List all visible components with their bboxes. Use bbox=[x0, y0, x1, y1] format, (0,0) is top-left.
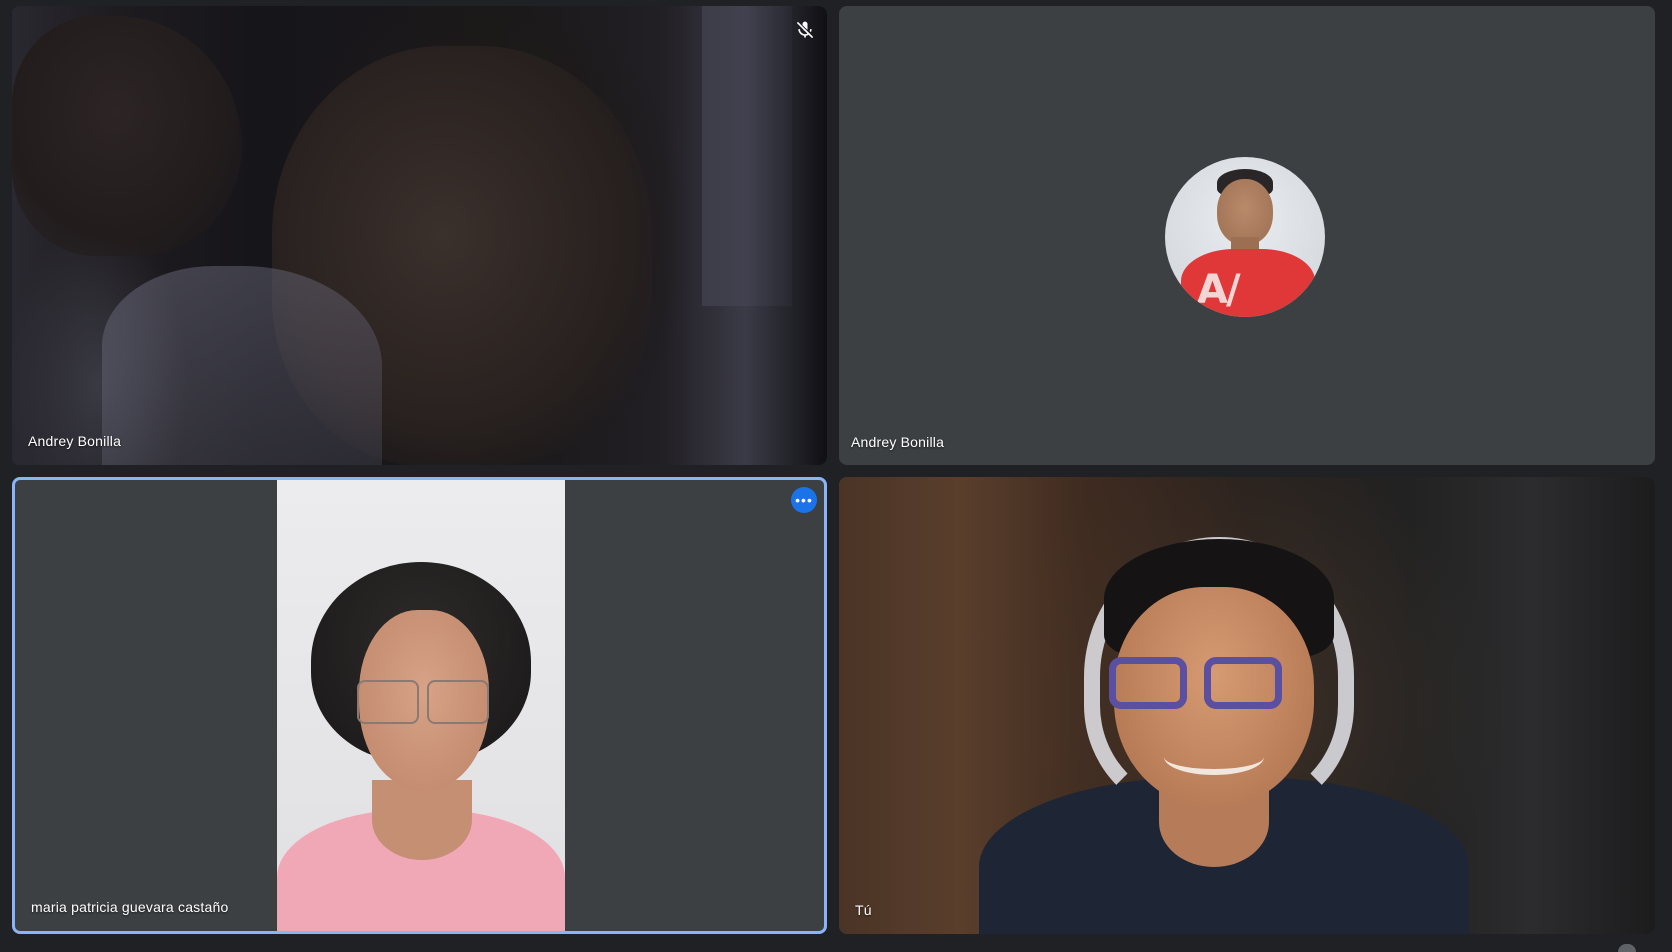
participant-tile-andrey-bonilla-avatar[interactable]: A/ Andrey Bonilla bbox=[839, 6, 1655, 465]
more-options-button[interactable]: ••• bbox=[791, 487, 817, 513]
participant-name: Tú bbox=[855, 902, 872, 918]
participant-video bbox=[277, 480, 565, 931]
avatar: A/ bbox=[1165, 157, 1325, 317]
mic-off-icon bbox=[797, 21, 813, 38]
more-horizontal-icon: ••• bbox=[795, 492, 813, 508]
participant-video bbox=[12, 6, 827, 465]
scroll-indicator bbox=[1618, 944, 1636, 952]
participant-name: Andrey Bonilla bbox=[851, 434, 945, 450]
participant-name: maria patricia guevara castaño bbox=[31, 899, 229, 915]
participant-name: Andrey Bonilla bbox=[28, 433, 122, 449]
participant-tile-andrey-bonilla-video[interactable]: Andrey Bonilla bbox=[12, 6, 827, 465]
participant-grid: Andrey Bonilla A/ Andrey Bonilla ••• mar… bbox=[12, 6, 1655, 934]
participant-tile-self[interactable]: Tú bbox=[839, 477, 1655, 934]
participant-tile-maria-patricia-guevara-castano[interactable]: ••• maria patricia guevara castaño bbox=[12, 477, 827, 934]
participant-video bbox=[839, 477, 1655, 934]
